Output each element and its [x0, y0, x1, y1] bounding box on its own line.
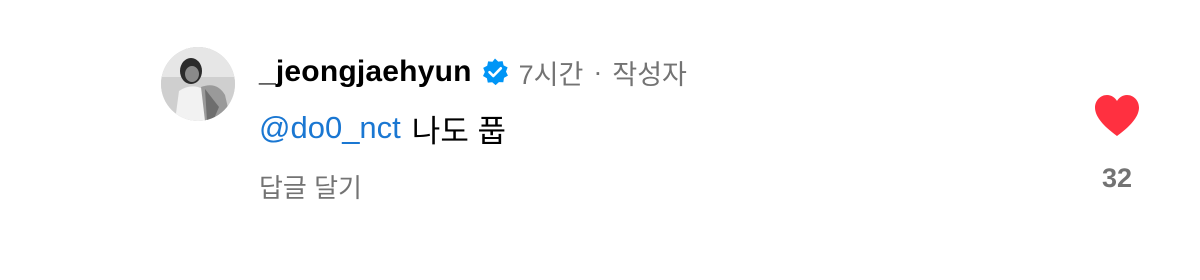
like-count: 32: [1101, 163, 1133, 193]
comment-body: @do0_nct 나도 풉: [259, 106, 506, 150]
mention-link[interactable]: @do0_nct: [259, 110, 401, 146]
reply-button[interactable]: 답글 달기: [259, 168, 362, 204]
author-tag: 작성자: [612, 59, 687, 90]
comment-time: 7시간: [518, 59, 584, 90]
verified-badge-icon: [480, 57, 510, 87]
separator-dot: ·: [593, 56, 603, 87]
heart-icon[interactable]: [1092, 92, 1142, 138]
comment-text: 나도 풉: [411, 113, 506, 149]
comment-item: _jeongjaehyun 7시간 · 작성자 @do0_nct 나도 풉 답글…: [0, 0, 1200, 280]
comment-header: _jeongjaehyun 7시간 · 작성자: [259, 52, 687, 92]
username-link[interactable]: _jeongjaehyun: [259, 55, 472, 89]
avatar[interactable]: [161, 47, 235, 121]
avatar-image: [161, 47, 235, 121]
